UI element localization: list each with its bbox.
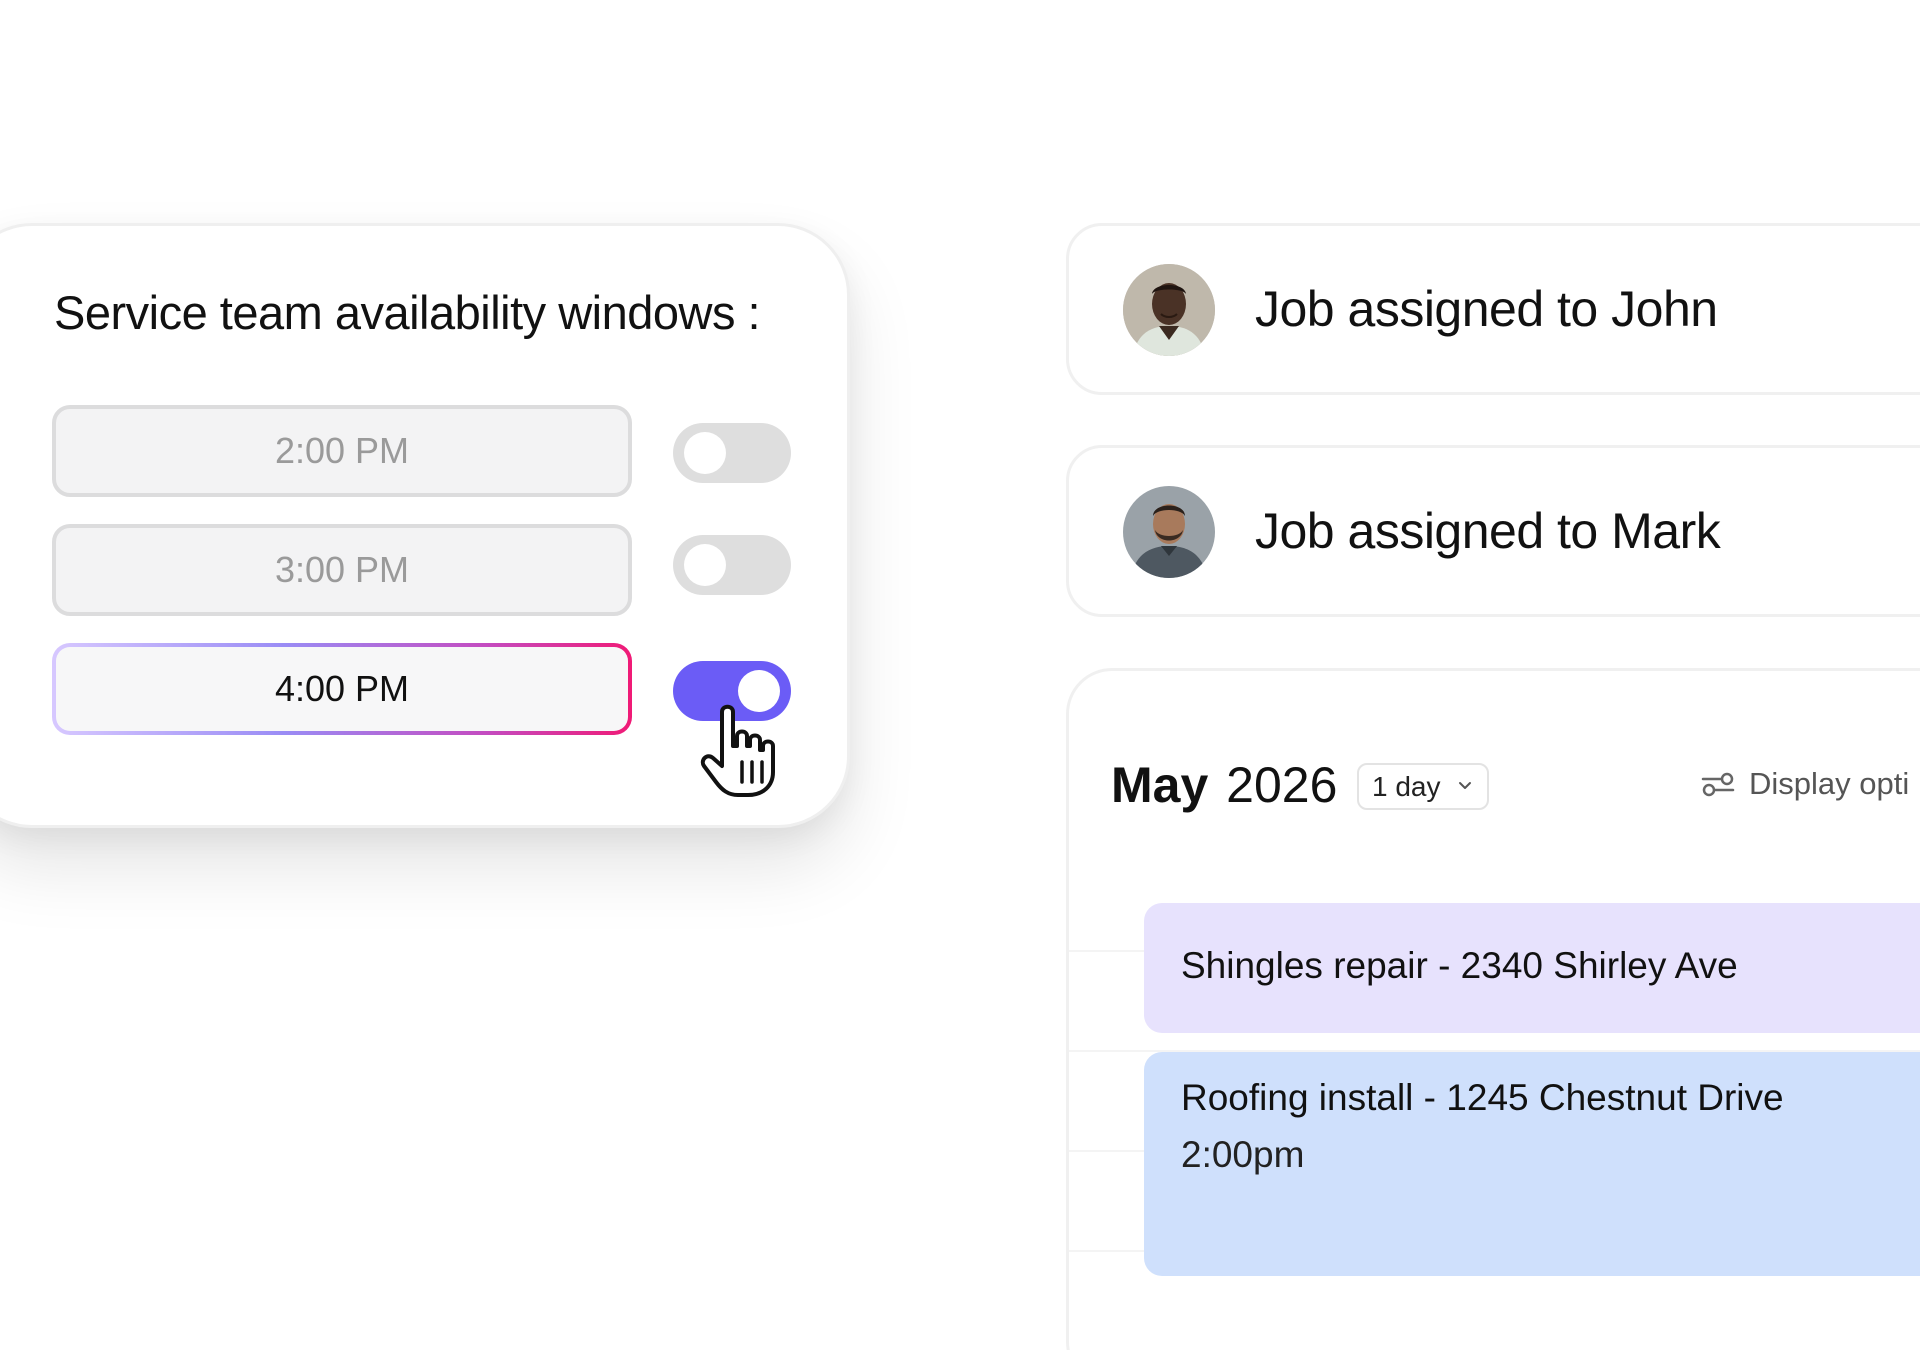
- calendar-year: 2026: [1226, 757, 1338, 813]
- sliders-icon: [1701, 772, 1735, 797]
- toggle-knob: [684, 544, 726, 586]
- assignment-text-john: Job assigned to John: [1255, 281, 1718, 337]
- range-select-label: 1 day: [1372, 770, 1441, 802]
- event-title: Roofing install - 1245 Chestnut Drive: [1181, 1077, 1784, 1118]
- assignment-text-mark: Job assigned to Mark: [1255, 503, 1721, 559]
- calendar-month: May: [1111, 757, 1209, 813]
- calendar-month-year: May 2026: [1111, 756, 1337, 814]
- toggle-3pm[interactable]: [673, 535, 791, 595]
- display-options-button[interactable]: Display opti: [1701, 766, 1909, 802]
- assignment-card-john[interactable]: Job assigned to John: [1066, 223, 1920, 395]
- avatar-john: [1123, 264, 1215, 356]
- display-options-label: Display opti: [1749, 766, 1910, 801]
- calendar-event-roofing[interactable]: Roofing install - 1245 Chestnut Drive 2:…: [1144, 1052, 1920, 1276]
- calendar-event-shingles[interactable]: Shingles repair - 2340 Shirley Ave: [1144, 903, 1920, 1033]
- event-time: 2:00pm: [1181, 1134, 1305, 1175]
- time-slot-3pm[interactable]: 3:00 PM: [52, 524, 632, 616]
- time-slot-4pm-label: 4:00 PM: [56, 647, 628, 731]
- event-title: Shingles repair - 2340 Shirley Ave: [1181, 945, 1738, 986]
- chevron-down-icon: [1459, 782, 1471, 789]
- time-slot-2pm[interactable]: 2:00 PM: [52, 405, 632, 497]
- hand-pointer-icon: [700, 704, 775, 797]
- avatar-mark: [1123, 486, 1215, 578]
- assignment-card-mark[interactable]: Job assigned to Mark: [1066, 445, 1920, 617]
- stage: Service team availability windows : 2:00…: [0, 0, 1920, 1350]
- time-slot-4pm[interactable]: 4:00 PM: [52, 643, 632, 735]
- toggle-2pm[interactable]: [673, 423, 791, 483]
- toggle-knob: [684, 432, 726, 474]
- range-select[interactable]: 1 day: [1357, 763, 1489, 810]
- availability-title: Service team availability windows :: [54, 286, 761, 339]
